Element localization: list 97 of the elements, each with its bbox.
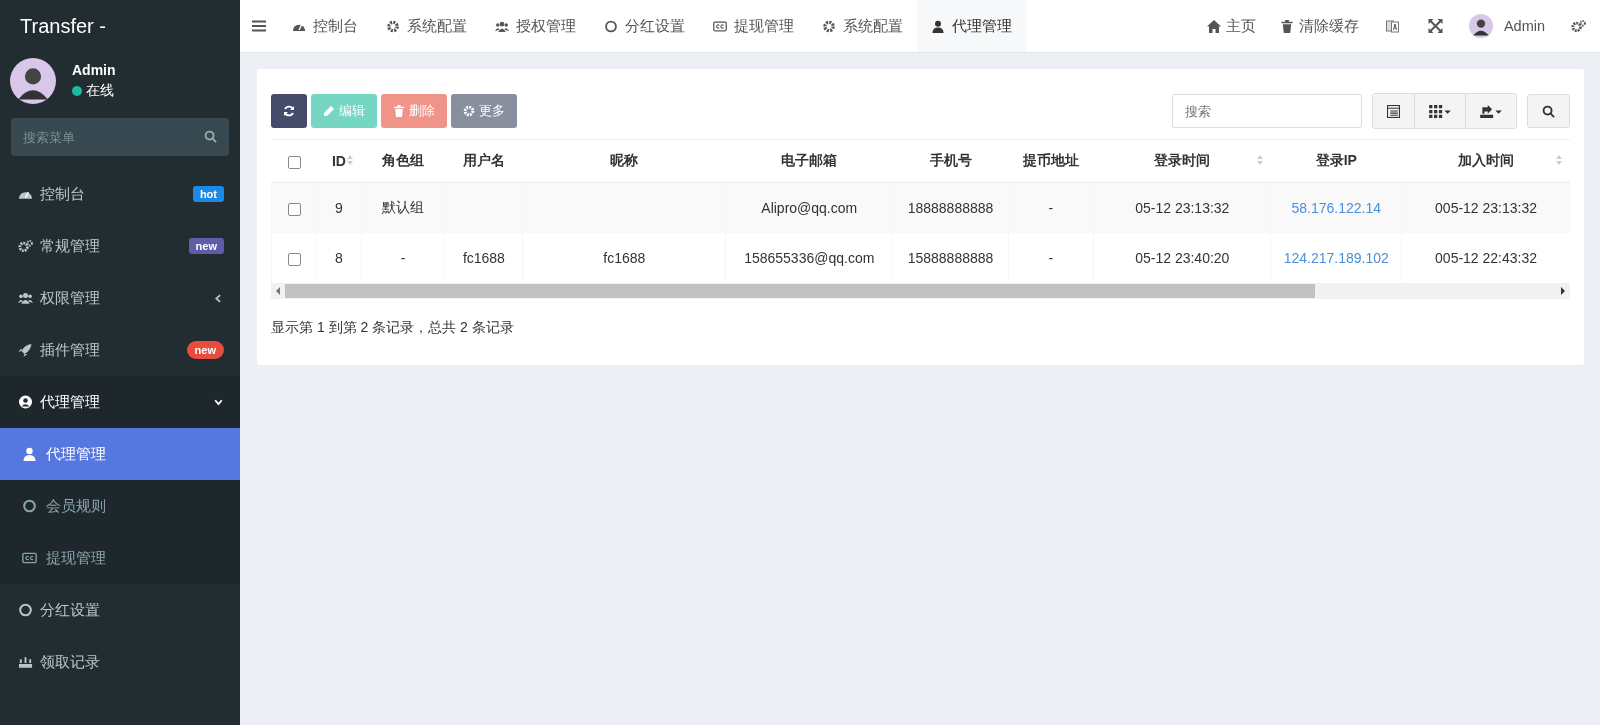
nav-tab[interactable]: 代理管理 [917,0,1026,52]
clear-cache-link[interactable]: 清除缓存 [1267,0,1371,52]
circle-icon [604,19,618,33]
gear-icon [822,19,836,33]
menu-badge: hot [192,186,224,202]
table-cell: 9 [335,200,343,216]
column-header: 手机号 [929,152,972,168]
gear-icon [463,105,475,117]
refresh-button[interactable] [271,94,307,128]
search-button[interactable] [1527,94,1570,128]
nav-tab[interactable]: 系统配置 [372,0,481,52]
cc-icon [713,19,727,33]
sidebar-subitem[interactable]: 会员规则 [0,480,240,532]
table-cell: 05-12 23:13:32 [1135,200,1230,216]
user-icon [931,19,945,33]
gear-icon [386,19,400,33]
home-link[interactable]: 主页 [1194,0,1268,52]
scrollbar-thumb[interactable] [285,284,1315,298]
nav-tab[interactable]: 分红设置 [590,0,699,52]
horizontal-scrollbar[interactable] [271,283,1570,299]
table-cell: 005-12 22:43:32 [1435,250,1538,266]
sidebar-item[interactable]: 常规管理 new [0,220,240,272]
table-icon [1387,104,1400,118]
user-icon [22,447,37,461]
table-search-field[interactable]: 搜索 [1172,94,1362,128]
column-header[interactable]: 加入时间 [1457,152,1514,168]
trash-icon [393,105,405,117]
user-menu[interactable]: Admin [1456,0,1557,52]
home-icon [1206,19,1221,33]
user-name: Admin [72,62,116,78]
stack-icon [18,655,33,669]
table-cell: 158655336@qq.com [744,250,875,266]
column-header: 电子邮箱 [781,152,838,168]
user-circle-icon [18,395,33,409]
table-cell: 18888888888 [907,200,994,216]
column-header[interactable]: 登录时间 [1154,152,1211,168]
table-cell: 默认组 [382,199,424,215]
sidebar-item[interactable]: 控制台 hot [0,168,240,220]
circle-icon [18,603,33,617]
menu-icon[interactable] [252,20,266,32]
cc-icon [22,551,37,565]
table-cell: 15888888888 [907,250,994,266]
table-cell: 8 [335,250,343,266]
columns-button[interactable] [1414,94,1465,128]
sidebar-item[interactable]: 领取记录 [0,636,240,688]
grid-caret-icon [1429,104,1451,118]
sidebar-item[interactable]: 权限管理 [0,272,240,324]
nav-tab[interactable]: 提现管理 [699,0,808,52]
table-cell: Alipro@qq.com [761,200,858,216]
table-cell: - [1048,200,1054,216]
column-header: 登录IP [1315,152,1357,168]
pencil-icon [323,105,335,117]
table-cell: - [1048,250,1054,266]
scroll-left-icon[interactable] [275,287,281,295]
user-status: 在线 [86,82,114,100]
column-header[interactable]: ID [331,153,346,169]
table-cell: 005-12 23:13:32 [1435,200,1538,216]
toggle-view-button[interactable] [1373,94,1414,128]
column-header: 用户名 [462,152,505,168]
table-cell: 05-12 23:40:20 [1135,250,1230,266]
circle-icon [22,499,37,513]
settings-icon[interactable] [1571,19,1586,33]
table-cell: - [400,250,406,266]
menu-badge: new [186,341,224,359]
export-caret-icon [1480,104,1502,118]
column-header: 提币地址 [1022,152,1079,168]
table-cell: fc1688 [462,250,505,266]
nav-tab[interactable]: 系统配置 [808,0,917,52]
column-header: 昵称 [610,152,639,168]
avatar [1468,14,1493,38]
sidebar-subitem[interactable]: 提现管理 [0,532,240,584]
row-checkbox[interactable] [287,202,301,216]
sidebar-item[interactable]: 插件管理 new [0,324,240,376]
scroll-right-icon[interactable] [1560,287,1566,295]
pagination-info: 显示第 1 到第 2 条记录，总共 2 条记录 [271,319,515,337]
menu-search-field[interactable]: 搜索菜单 [11,118,229,156]
rocket-icon [18,343,33,357]
users-icon [495,19,509,33]
sidebar-subitem[interactable]: 代理管理 [0,428,240,480]
table-cell: fc1688 [603,250,646,266]
column-header: 角色组 [382,152,424,168]
translate-icon[interactable] [1384,19,1400,33]
export-button[interactable] [1465,94,1516,128]
search-icon [204,130,217,143]
search-icon [1542,104,1555,118]
avatar [10,58,56,104]
menu-badge: new [188,238,224,254]
sidebar-item[interactable]: 分红设置 [0,584,240,636]
select-all-checkbox[interactable] [287,155,301,169]
row-checkbox[interactable] [287,252,301,266]
nav-tab[interactable]: 授权管理 [481,0,590,52]
users-icon [18,291,33,305]
gears-icon [18,239,33,253]
refresh-icon [283,105,295,117]
nav-tab[interactable]: 控制台 [278,0,372,52]
trash-icon [1279,19,1294,33]
fullscreen-icon[interactable] [1427,19,1443,33]
